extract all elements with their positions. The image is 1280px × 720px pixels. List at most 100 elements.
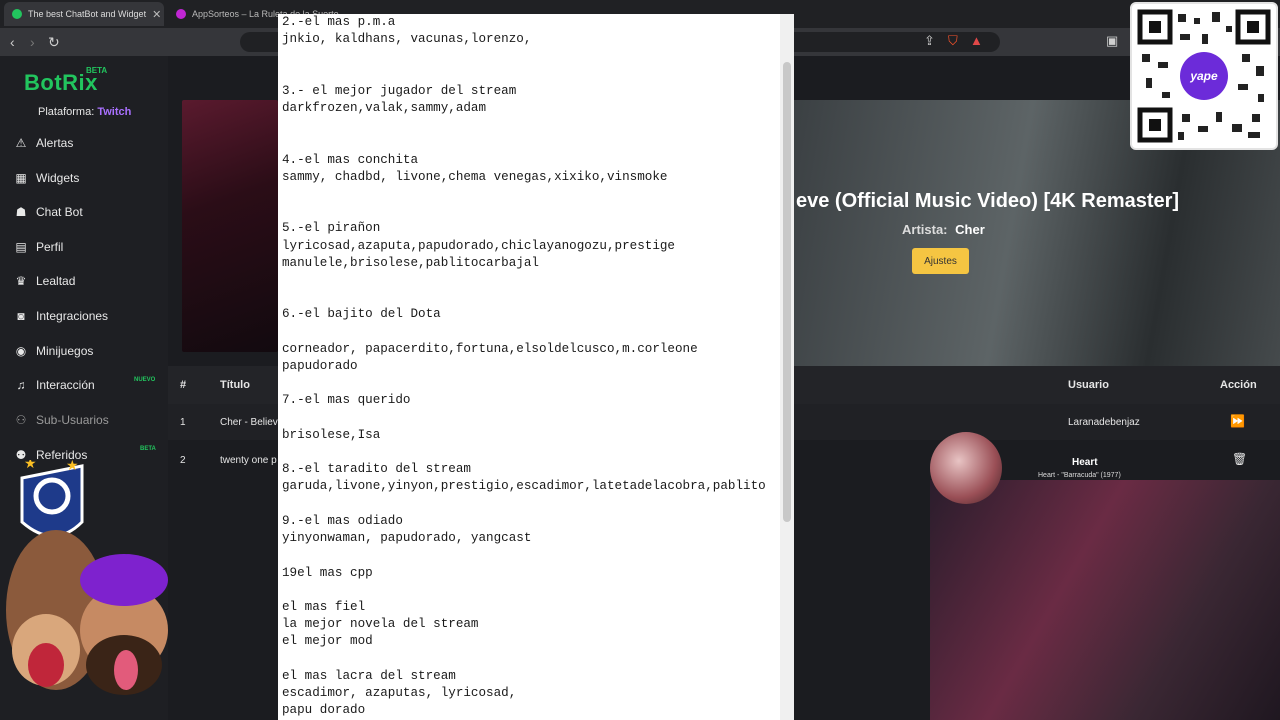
notepad-line: lyricosad,azaputa,papudorado,chiclayanog… [282,238,675,253]
row-user: Laranadebenjaz [1068,417,1140,428]
notepad-line: 5.-el pirañon [282,221,381,236]
sidebar-item-minijuegos[interactable]: ◉ Minijuegos [14,340,164,362]
reload-icon[interactable]: ↻ [48,33,60,51]
notepad-line: escadimor, azaputas, lyricosad, [282,685,517,700]
svg-text:★: ★ [24,460,37,472]
tab-title: The best ChatBot and Widget [28,9,147,19]
notepad-scrollbar-thumb[interactable] [783,62,791,522]
notepad-line [282,117,776,134]
music-icon: ♫ [16,378,26,392]
yape-logo: yape [1180,52,1228,100]
notepad-line: brisolese,Isa [282,427,381,442]
sidebar-item-perfil[interactable]: ▤ Perfil [14,236,164,258]
settings-button[interactable]: Ajustes [912,248,969,274]
sidebar-item-label: Chat Bot [36,205,83,219]
artist-value: Cher [955,222,985,237]
column-header-action: Acción [1220,379,1257,391]
sidebar-item-label: Perfil [36,240,64,254]
sidebar-toggle-icon[interactable]: ▣ [1106,33,1118,49]
sidebar-item-sub-usuarios[interactable]: ⚇ Sub-Usuarios [14,409,164,431]
notepad-line: darkfrozen,valak,sammy,adam [282,101,487,116]
browser-tab-botrix[interactable]: The best ChatBot and Widget ✕ [4,2,164,26]
appsorteos-favicon-icon [176,9,186,19]
logo-beta-badge: BETA [86,66,108,75]
now-playing-title: Heart [1072,457,1098,468]
notepad-line: yinyonwaman, papudorado, yangcast [282,531,532,546]
notepad-line [282,444,776,461]
sidebar-item-widgets[interactable]: ▦ Widgets [14,167,164,189]
notepad-line [282,48,776,65]
notepad-scrollbar[interactable] [780,14,794,720]
notepad-line [282,186,776,203]
id-card-icon: ▤ [15,240,27,254]
row-title: Cher - Believ [220,417,278,428]
notepad-line: 19el mas cpp [282,565,373,580]
trash-icon[interactable]: 🗑 [1232,452,1247,466]
warning-icon: ⚠ [15,136,27,150]
notepad-line [282,496,776,513]
notepad-window[interactable]: 2.-el mas p.m.a jnkio, kaldhans, vacunas,… [278,14,794,720]
gamepad-icon: ◉ [15,344,27,358]
notepad-line [282,651,776,668]
video-preview[interactable] [182,100,278,352]
notepad-line [282,134,776,151]
webcam-feed [930,480,1280,720]
notepad-line: papu dorado [282,703,366,718]
platform-indicator: Plataforma: Twitch [38,106,131,118]
notepad-text[interactable]: 2.-el mas p.m.a jnkio, kaldhans, vacunas,… [282,14,776,719]
notepad-line: 7.-el mas querido [282,393,411,408]
notepad-line [282,547,776,564]
users-icon: ⚇ [15,413,27,427]
row-title: twenty one p [220,455,277,466]
brave-shield-icon[interactable]: ⛉ [948,33,958,49]
sidebar-item-label: Integraciones [36,309,109,323]
notepad-line: 3.- el mejor jugador del stream [282,83,517,98]
notepad-line: la mejor novela del stream [282,617,479,632]
beta-badge: BETA [140,446,156,452]
sidebar-item-label: Interacción [36,378,95,392]
sidebar-item-label: Lealtad [36,274,76,288]
notepad-line [282,289,776,306]
plug-icon: ◙ [17,309,25,323]
notepad-line: jnkio, kaldhans, vacunas,lorenzo, [282,32,532,47]
platform-value: Twitch [97,106,132,118]
column-header-user: Usuario [1068,379,1109,391]
row-number: 1 [180,417,186,428]
trophy-icon: ♛ [15,274,27,288]
notepad-line: corneador, papacerdito,fortuna,elsoldelc… [282,341,698,356]
notepad-line: 4.-el mas conchita [282,152,419,167]
sidebar-item-alertas[interactable]: ⚠ Alertas [14,132,164,154]
sidebar-item-chat-bot[interactable]: ☗ Chat Bot [14,201,164,223]
rewards-icon[interactable]: ▲ [970,33,983,48]
fast-forward-icon[interactable]: ⏩ [1230,414,1245,428]
sidebar-item-lealtad[interactable]: ♛ Lealtad [14,270,164,292]
platform-label: Plataforma: [38,106,95,118]
notepad-line [282,375,776,392]
notepad-line [282,324,776,341]
share-icon[interactable]: ⇪ [924,33,935,49]
notepad-line: sammy, chadbd, livone,chema venegas,xixi… [282,169,668,184]
notepad-line [282,582,776,599]
row-number: 2 [180,455,186,466]
sidebar-item-integraciones[interactable]: ◙ Integraciones [14,305,164,327]
notepad-line: el mas fiel [282,599,366,614]
song-title: eve (Official Music Video) [4K Remaster] [796,190,1180,212]
botrix-favicon-icon [12,9,22,19]
sidebar-item-label: Minijuegos [36,344,94,358]
mascot-sticker: ★ ★ [6,460,168,695]
grid-icon: ▦ [15,171,27,185]
artist-label: Artista: [902,222,948,237]
forward-icon[interactable]: › [30,33,35,51]
column-header-title: Título [220,379,250,391]
notepad-line: 6.-el bajito del Dota [282,307,441,322]
sidebar-item-label: Widgets [36,171,80,185]
notepad-line [282,410,776,427]
close-icon[interactable]: ✕ [152,8,161,21]
notepad-line: el mas lacra del stream [282,668,456,683]
svg-text:★: ★ [66,460,79,474]
album-art-disc [930,432,1002,504]
notepad-line: 9.-el mas odiado [282,513,403,528]
artist-line: Artista: Cher [902,222,985,237]
robot-icon: ☗ [15,205,27,219]
back-icon[interactable]: ‹ [10,33,15,51]
